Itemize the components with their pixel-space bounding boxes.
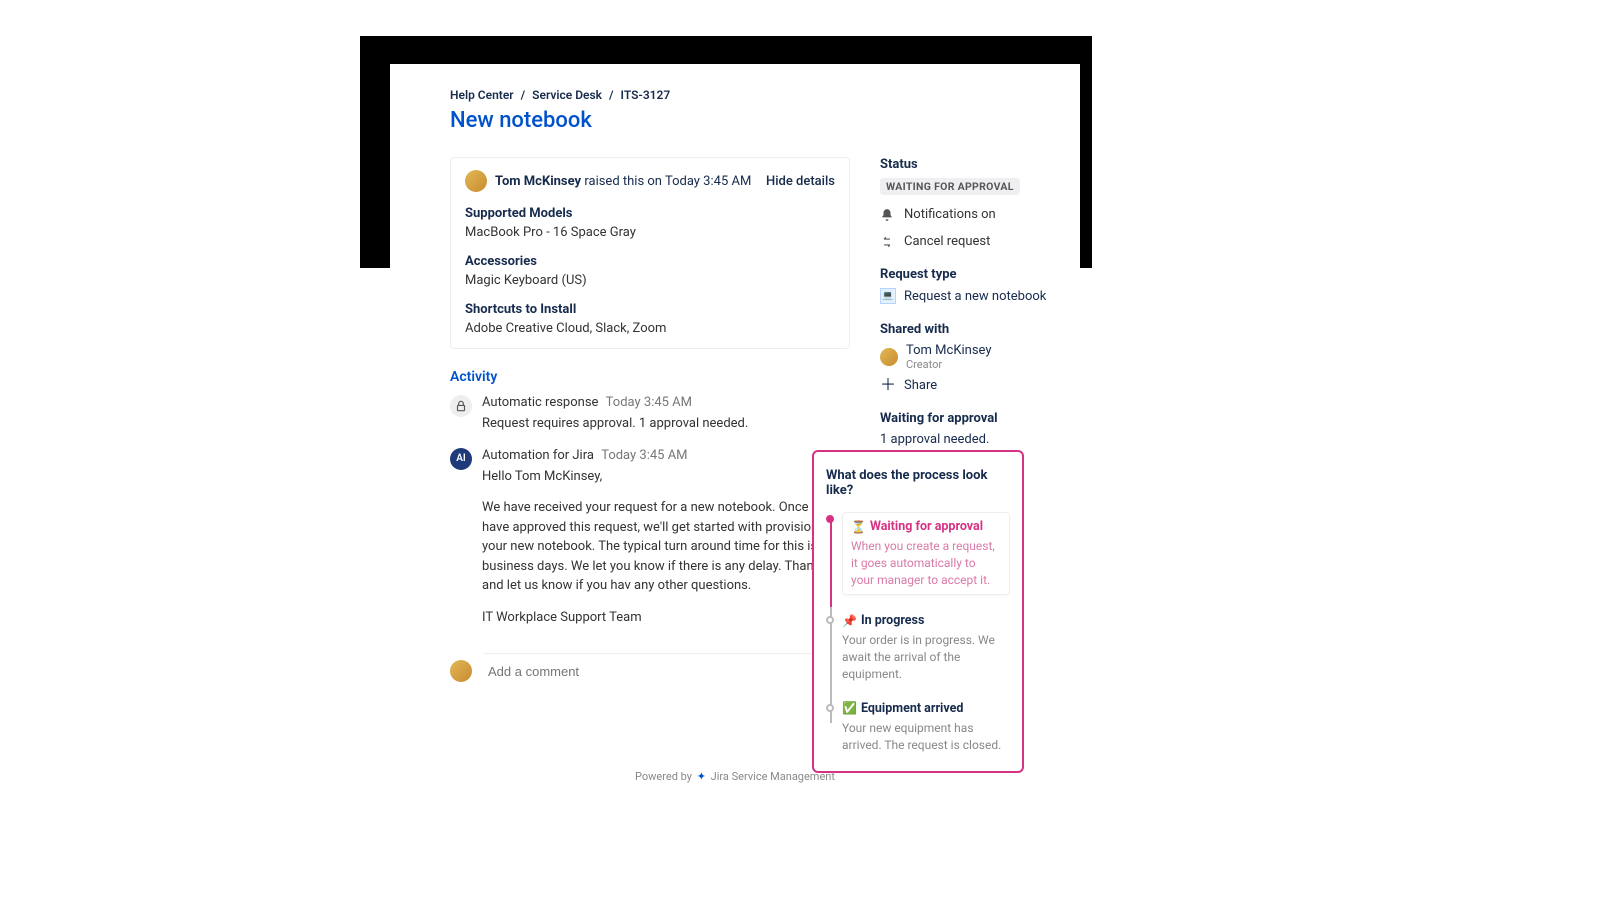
notifications-toggle[interactable]: Notifications on [880, 207, 1080, 222]
comment-input[interactable] [482, 653, 850, 689]
status-heading: Status [880, 157, 1080, 172]
share-label: Share [904, 378, 937, 393]
details-panel: Tom McKinsey raised this on Today 3:45 A… [450, 157, 850, 349]
activity-signoff: IT Workplace Support Team [482, 608, 850, 628]
page-title: New notebook [450, 108, 1080, 133]
activity-body-text: Hello Tom McKinsey, We have received you… [482, 467, 850, 628]
activity-item: AI Automation for Jira Today 3:45 AM Hel… [450, 448, 850, 640]
reporter-line: Tom McKinsey raised this on Today 3:45 A… [495, 174, 751, 189]
raised-text: raised this on Today 3:45 AM [584, 174, 751, 189]
status-badge: WAITING FOR APPROVAL [880, 178, 1020, 195]
process-step-desc: Your order is in progress. We await the … [842, 632, 1010, 682]
shared-user-avatar [880, 348, 898, 366]
activity-heading: Activity [450, 369, 850, 385]
process-step: ⏳ Waiting for approval When you create a… [842, 512, 1010, 595]
process-step-title: Equipment arrived [861, 701, 963, 716]
activity-time: Today 3:45 AM [601, 448, 687, 463]
request-type-icon: 💻 [880, 288, 896, 304]
breadcrumb-sep: / [609, 88, 614, 102]
process-step-title: In progress [861, 613, 924, 628]
pin-icon: 📌 [842, 614, 857, 628]
process-panel: What does the process look like? ⏳ Waiti… [812, 450, 1024, 773]
activity-time: Today 3:45 AM [606, 395, 692, 410]
breadcrumb-service-desk[interactable]: Service Desk [532, 88, 602, 102]
field-value-models: MacBook Pro - 16 Space Gray [465, 225, 835, 240]
field-label-accessories: Accessories [465, 254, 835, 269]
breadcrumb-help-center[interactable]: Help Center [450, 88, 514, 102]
plus-icon: ＋ [880, 377, 896, 393]
request-type-value: Request a new notebook [904, 289, 1046, 304]
notifications-label: Notifications on [904, 207, 996, 222]
check-icon: ✅ [842, 701, 857, 715]
activity-author: Automation for Jira [482, 448, 594, 463]
shared-with-heading: Shared with [880, 322, 1080, 337]
timeline-dot-icon [826, 515, 834, 523]
reporter-avatar [465, 170, 487, 192]
automation-avatar-icon: AI [450, 448, 472, 470]
hourglass-icon: ⏳ [851, 520, 866, 534]
activity-message: We have received your request for a new … [482, 498, 850, 596]
share-action[interactable]: ＋ Share [880, 377, 1080, 393]
shared-user-role: Creator [906, 358, 992, 371]
shared-user-name: Tom McKinsey [906, 343, 992, 358]
field-value-accessories: Magic Keyboard (US) [465, 273, 835, 288]
breadcrumb-issue-key[interactable]: ITS-3127 [621, 88, 671, 102]
process-step-desc: When you create a request, it goes autom… [851, 538, 1001, 588]
field-label-shortcuts: Shortcuts to Install [465, 302, 835, 317]
process-heading: What does the process look like? [826, 468, 1010, 498]
activity-body-text: Request requires approval. 1 approval ne… [482, 414, 850, 434]
request-type-heading: Request type [880, 267, 1080, 282]
lock-icon [450, 395, 472, 417]
breadcrumb-sep: / [521, 88, 526, 102]
waiting-heading: Waiting for approval [880, 411, 1080, 426]
hide-details-toggle[interactable]: Hide details [766, 174, 835, 189]
field-value-shortcuts: Adobe Creative Cloud, Slack, Zoom [465, 321, 835, 336]
bell-icon [880, 208, 894, 222]
current-user-avatar [450, 660, 472, 682]
process-step: ✅ Equipment arrived Your new equipment h… [842, 701, 1010, 754]
process-step-desc: Your new equipment has arrived. The requ… [842, 720, 1010, 754]
process-step-title: Waiting for approval [870, 519, 983, 534]
cancel-label: Cancel request [904, 234, 990, 249]
footer-powered-by: Powered by [635, 770, 692, 783]
footer-product: Jira Service Management [711, 770, 835, 783]
jira-logo-icon: ✦ [697, 770, 706, 783]
reporter-name: Tom McKinsey [495, 174, 581, 189]
activity-item: Automatic response Today 3:45 AM Request… [450, 395, 850, 434]
cancel-icon [880, 235, 894, 249]
process-step: 📌 In progress Your order is in progress.… [842, 613, 1010, 682]
field-label-models: Supported Models [465, 206, 835, 221]
cancel-request-action[interactable]: Cancel request [880, 234, 1080, 249]
timeline-dot-icon [826, 704, 834, 712]
waiting-text: 1 approval needed. [880, 432, 1080, 447]
activity-author: Automatic response [482, 395, 598, 410]
footer: Powered by ✦ Jira Service Management [390, 770, 1080, 783]
breadcrumb: Help Center / Service Desk / ITS-3127 [450, 88, 1080, 102]
activity-greeting: Hello Tom McKinsey, [482, 467, 850, 487]
